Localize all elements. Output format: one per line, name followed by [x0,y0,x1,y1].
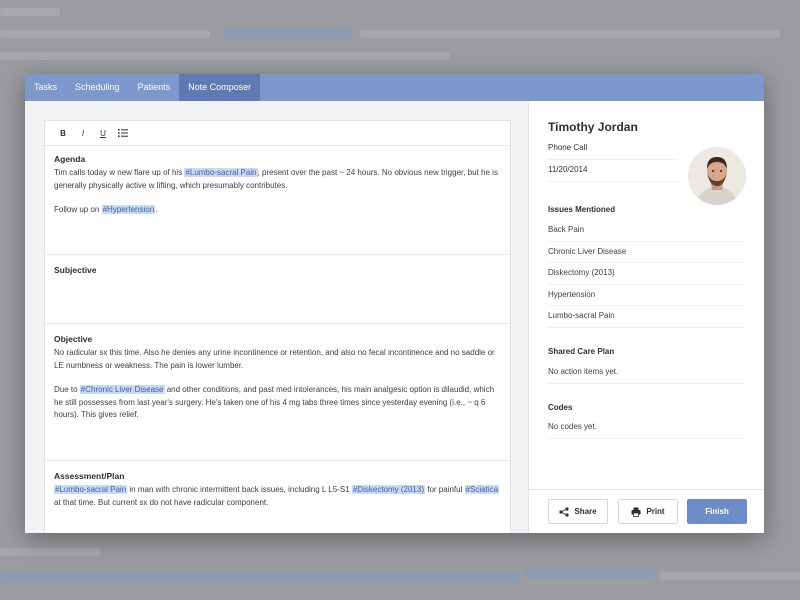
patient-name: Timothy Jordan [548,120,638,134]
underline-button[interactable]: U [93,123,113,143]
issue-tag[interactable]: #Hypertension [101,205,156,214]
patient-sidebar: Timothy Jordan Phone Call 11/20/2014 Iss… [528,101,764,533]
print-button[interactable]: Print [618,499,678,524]
section-title: Assessment/Plan [54,471,125,481]
action-footer: Share Print Finish [529,489,764,533]
share-label: Share [574,507,597,516]
tab-patients[interactable]: Patients [129,74,180,101]
bg-text-line [0,52,450,60]
bulleted-list-button[interactable] [113,123,133,143]
text-run: Follow up on [54,205,102,214]
tab-bar: Tasks Scheduling Patients Note Composer [25,74,764,101]
bg-text-line [660,572,800,580]
text-run: Due to [54,385,80,394]
text-run: for painful [425,485,465,494]
issue-tag[interactable]: #Lumbo-sacral Pain [184,168,258,177]
bold-button[interactable]: B [53,123,73,143]
note-pane: B I U Agenda Tim calls today w new flare… [25,101,528,533]
text-run: Tim calls today w new flare up of his [54,168,185,177]
format-toolbar: B I U [45,121,510,146]
bg-link-line [525,568,655,578]
note-composer-window: Tasks Scheduling Patients Note Composer … [25,74,764,533]
bulleted-list-icon [118,129,128,137]
tab-note-composer[interactable]: Note Composer [179,74,261,101]
bg-text-line [360,30,780,38]
share-button[interactable]: Share [548,499,608,524]
bg-text-line [0,548,100,556]
issue-item[interactable]: Diskectomy (2013) [548,262,745,285]
codes-title: Codes [548,403,573,412]
care-plan-empty: No action items yet. [548,361,745,384]
tab-scheduling[interactable]: Scheduling [66,74,129,101]
bg-link-line [222,29,352,39]
section-body: #Lumbo-sacral Pain in man with chronic i… [54,484,501,509]
issue-item[interactable]: Lumbo-sacral Pain [548,305,745,328]
issue-tag[interactable]: #Lumbo-sacral Pain [54,485,128,494]
care-plan-title: Shared Care Plan [548,347,615,356]
text-run: in man with chronic intermittent back is… [127,485,352,494]
codes-empty: No codes yet. [548,416,745,439]
section-objective[interactable]: Objective No radicular sx this time. Als… [45,324,510,461]
note-editor[interactable]: B I U Agenda Tim calls today w new flare… [44,120,511,533]
text-run: No radicular sx this time. Also he denie… [54,348,495,370]
finish-button[interactable]: Finish [687,499,747,524]
avatar [688,147,746,205]
tab-tasks[interactable]: Tasks [25,74,66,101]
visit-date: 11/20/2014 [548,159,678,182]
section-title: Objective [54,334,93,344]
issue-item[interactable]: Hypertension [548,284,745,306]
bg-text-line [0,8,60,16]
share-icon [559,506,569,517]
issue-tag[interactable]: #Sciatica [464,485,500,494]
issue-tag[interactable]: #Chronic Liver Disease [79,385,165,394]
section-title: Subjective [54,265,97,275]
section-body: No radicular sx this time. Also he denie… [54,347,501,422]
patient-photo [688,147,746,205]
bg-link-line [0,572,520,582]
section-assessment-plan[interactable]: Assessment/Plan #Lumbo-sacral Pain in ma… [45,461,510,509]
issue-item[interactable]: Chronic Liver Disease [548,241,745,263]
italic-button[interactable]: I [73,123,93,143]
issue-item[interactable]: Back Pain [548,219,745,242]
section-subjective[interactable]: Subjective [45,255,510,324]
section-body: Tim calls today w new flare up of his #L… [54,167,501,217]
text-run: . [155,205,158,214]
contact-type: Phone Call [548,137,678,160]
section-agenda[interactable]: Agenda Tim calls today w new flare up of… [45,146,510,255]
issue-tag[interactable]: #Diskectomy (2013) [351,485,425,494]
print-label: Print [646,507,665,516]
text-run: at that time. But current sx do not have… [54,497,269,507]
section-title: Agenda [54,154,86,164]
issues-title: Issues Mentioned [548,205,616,214]
printer-icon [631,507,641,517]
bg-text-line [0,30,210,38]
